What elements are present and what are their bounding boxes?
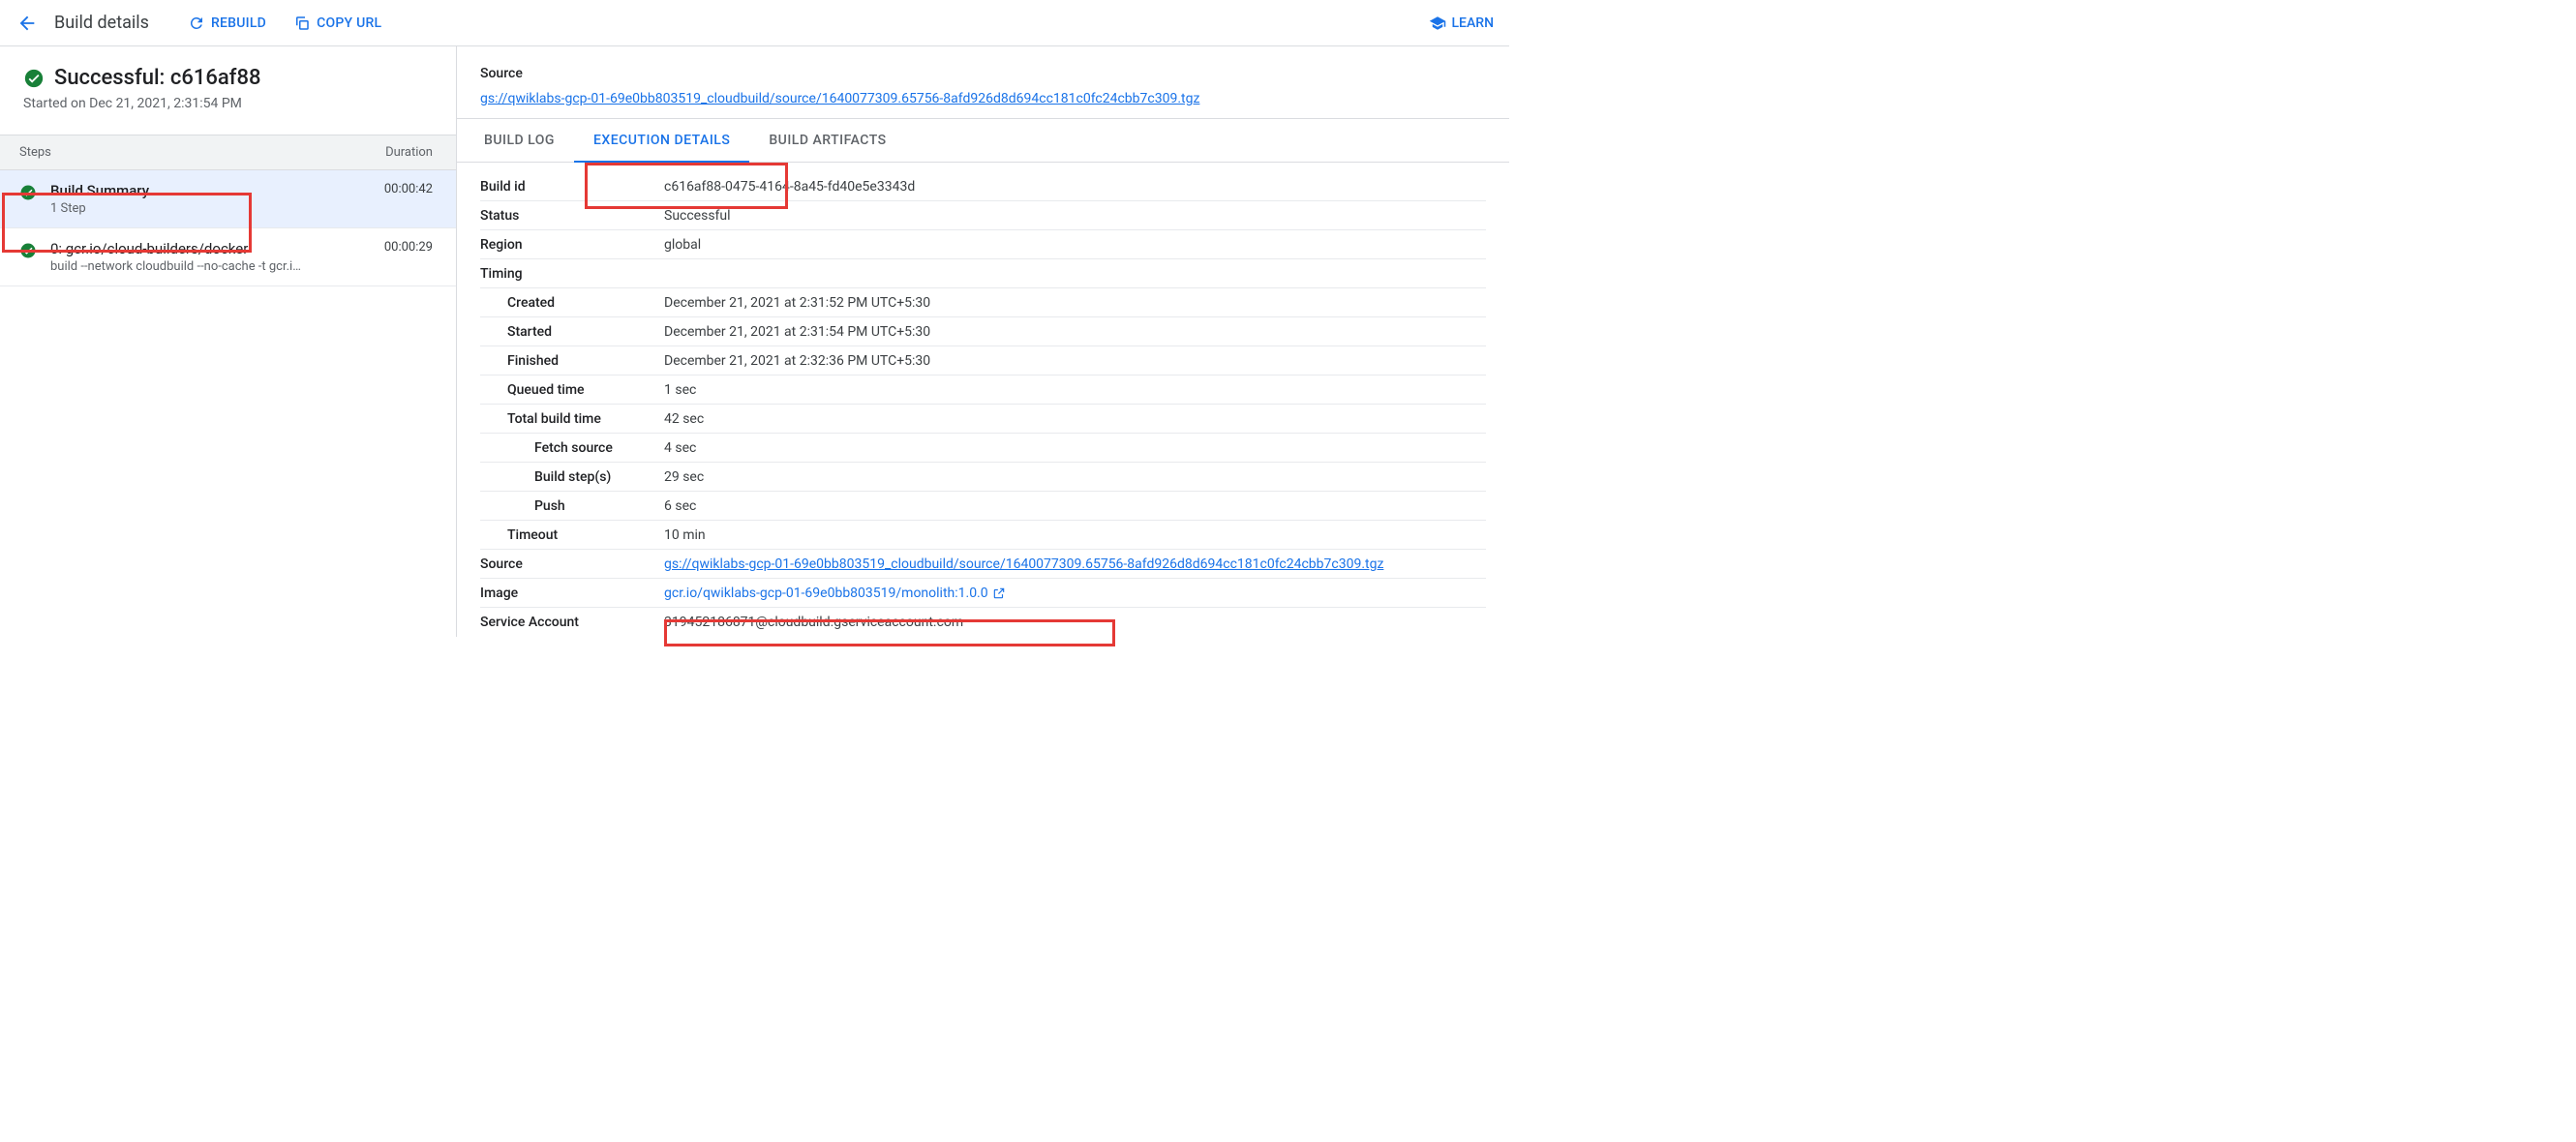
row-source: Source gs://qwiklabs-gcp-01-69e0bb803519… — [480, 550, 1486, 579]
row-finished: Finished December 21, 2021 at 2:32:36 PM… — [480, 346, 1486, 376]
started-text: Started on Dec 21, 2021, 2:31:54 PM — [23, 96, 433, 111]
tab-execution-details[interactable]: EXECUTION DETAILS — [574, 119, 749, 162]
refresh-icon — [188, 15, 205, 32]
tabs: BUILD LOG EXECUTION DETAILS BUILD ARTIFA… — [457, 119, 1509, 163]
success-icon — [19, 242, 37, 259]
success-icon — [19, 184, 37, 201]
step-build-summary[interactable]: Build Summary 1 Step 00:00:42 — [0, 170, 456, 228]
execution-details-table: Build id c616af88-0475-4164-8a45-fd40e5e… — [457, 172, 1509, 637]
arrow-left-icon — [16, 13, 38, 34]
tab-build-artifacts[interactable]: BUILD ARTIFACTS — [749, 119, 905, 162]
rebuild-button[interactable]: REBUILD — [188, 15, 266, 32]
back-button[interactable] — [15, 12, 39, 35]
page-title: Build details — [54, 13, 149, 33]
step-subtitle: build --network cloudbuild --no-cache -t… — [50, 259, 375, 274]
row-status: Status Successful — [480, 201, 1486, 230]
learn-icon — [1429, 15, 1446, 32]
row-timing: Timing — [480, 259, 1486, 288]
source-label: Source — [480, 66, 1486, 81]
tab-build-log[interactable]: BUILD LOG — [465, 119, 574, 162]
step-title: 0: gcr.io/cloud-builders/docker — [50, 240, 375, 257]
step-0[interactable]: 0: gcr.io/cloud-builders/docker build --… — [0, 228, 456, 286]
row-started: Started December 21, 2021 at 2:31:54 PM … — [480, 317, 1486, 346]
image-link[interactable]: gcr.io/qwiklabs-gcp-01-69e0bb803519/mono… — [664, 586, 1006, 601]
success-icon — [23, 68, 45, 89]
copy-icon — [293, 15, 311, 32]
steps-header: Steps Duration — [0, 135, 456, 170]
copy-url-button[interactable]: COPY URL — [293, 15, 381, 32]
row-timeout: Timeout 10 min — [480, 521, 1486, 550]
build-status-heading: Successful: c616af88 — [23, 66, 433, 90]
row-push: Push 6 sec — [480, 492, 1486, 521]
row-build-id: Build id c616af88-0475-4164-8a45-fd40e5e… — [480, 172, 1486, 201]
row-created: Created December 21, 2021 at 2:31:52 PM … — [480, 288, 1486, 317]
row-service-account: Service Account 319452186871@cloudbuild.… — [480, 608, 1486, 637]
main-panel: Source gs://qwiklabs-gcp-01-69e0bb803519… — [457, 46, 1509, 637]
row-image: Image gcr.io/qwiklabs-gcp-01-69e0bb80351… — [480, 579, 1486, 608]
left-panel: Successful: c616af88 Started on Dec 21, … — [0, 46, 457, 637]
source-link-detail[interactable]: gs://qwiklabs-gcp-01-69e0bb803519_cloudb… — [664, 556, 1383, 572]
source-link[interactable]: gs://qwiklabs-gcp-01-69e0bb803519_cloudb… — [480, 91, 1199, 106]
learn-button[interactable]: LEARN — [1429, 15, 1495, 32]
row-fetch-source: Fetch source 4 sec — [480, 434, 1486, 463]
row-total-build: Total build time 42 sec — [480, 405, 1486, 434]
topbar: Build details REBUILD COPY URL LEARN — [0, 0, 1509, 46]
external-link-icon — [992, 586, 1006, 600]
step-duration: 00:00:42 — [384, 182, 433, 196]
row-build-steps: Build step(s) 29 sec — [480, 463, 1486, 492]
row-queued: Queued time 1 sec — [480, 376, 1486, 405]
step-title: Build Summary — [50, 182, 375, 199]
step-duration: 00:00:29 — [384, 240, 433, 255]
step-subtitle: 1 Step — [50, 201, 375, 216]
row-region: Region global — [480, 230, 1486, 259]
